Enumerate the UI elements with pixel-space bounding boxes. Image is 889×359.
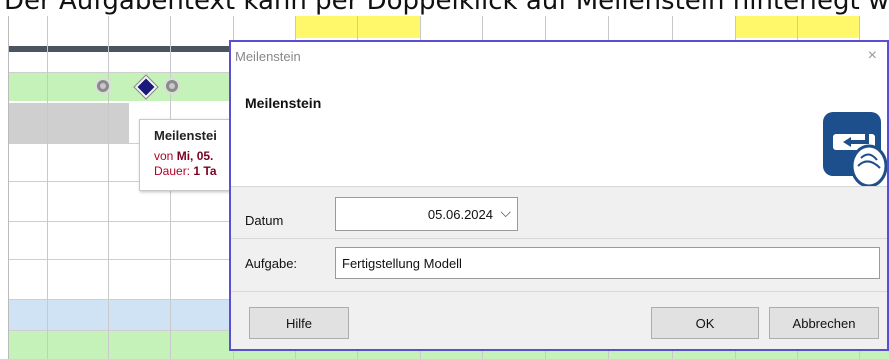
cancel-button[interactable]: Abbrechen — [769, 307, 879, 339]
ok-button[interactable]: OK — [651, 307, 759, 339]
dialog-header: Meilenstein — [231, 74, 887, 187]
task-input[interactable]: Fertigstellung Modell — [335, 247, 880, 279]
enter-key-finger-icon — [823, 112, 887, 186]
day-column — [108, 16, 109, 359]
day-column — [47, 16, 48, 359]
tooltip-date-prefix: von — [154, 149, 174, 163]
close-icon[interactable]: × — [868, 47, 877, 65]
link-handle-left-icon[interactable] — [95, 78, 111, 94]
selected-row-cell — [9, 103, 129, 143]
dialog-separator — [231, 291, 887, 292]
task-label: Aufgabe: — [245, 256, 298, 271]
dialog-separator — [231, 238, 887, 239]
help-button[interactable]: Hilfe — [249, 307, 349, 339]
dialog-window-title: Meilenstein — [235, 49, 301, 64]
milestone-dialog[interactable]: Meilenstein × Meilenstein Datum 05.06.20… — [229, 40, 889, 351]
date-picker[interactable]: 05.06.2024 ⌵ — [335, 197, 518, 231]
caption-text: Der Aufgabentext kann per Doppelklick au… — [4, 0, 889, 16]
dialog-titlebar[interactable]: Meilenstein × — [231, 42, 887, 74]
dialog-heading: Meilenstein — [245, 95, 322, 111]
date-label: Datum — [245, 213, 284, 228]
link-handle-right-icon[interactable] — [164, 78, 180, 94]
chevron-down-icon[interactable]: ⌵ — [500, 204, 511, 221]
tooltip-date-value: Mi, 05. — [176, 149, 214, 163]
date-value: 05.06.2024 — [427, 207, 493, 222]
tooltip-duration-prefix: Dauer: — [154, 164, 191, 178]
tooltip-duration-value: 1 Ta — [193, 164, 217, 178]
task-value: Fertigstellung Modell — [342, 256, 462, 271]
